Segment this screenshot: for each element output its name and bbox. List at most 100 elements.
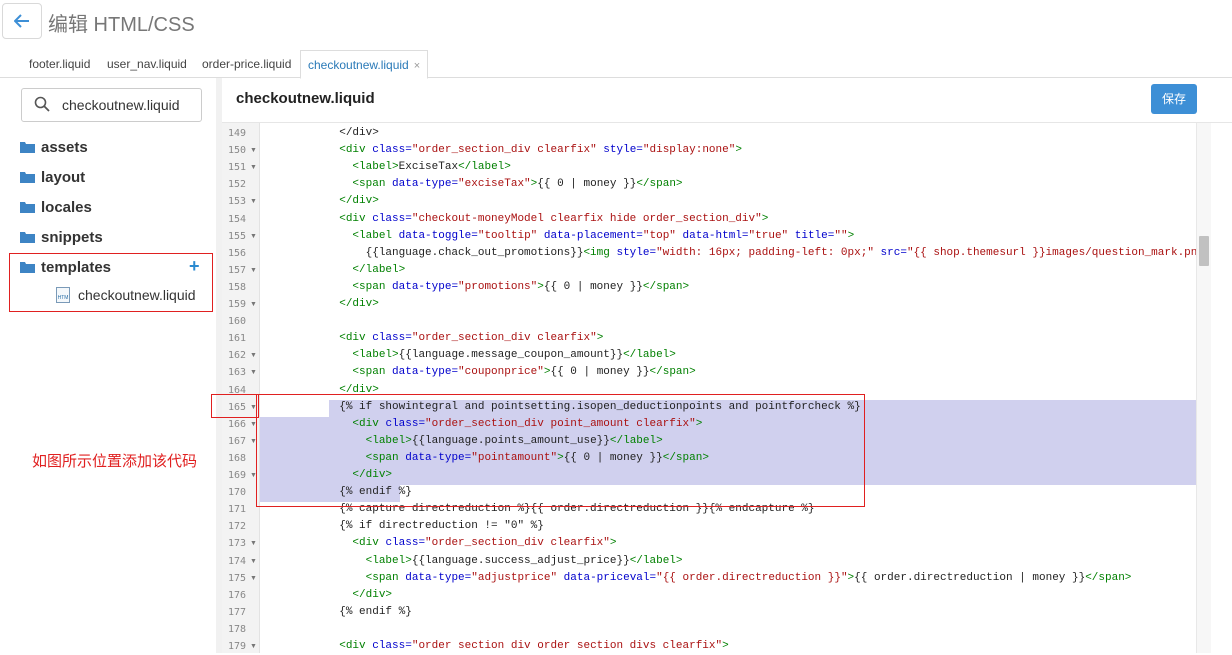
close-icon[interactable]: × [414, 60, 420, 72]
tab-checkoutnew[interactable]: checkoutnew.liquid × [300, 50, 429, 79]
code-line: </label> [260, 262, 405, 279]
fold-arrow-icon[interactable]: ▼ [250, 364, 257, 381]
code-line: <label>{{language.message_coupon_amount}… [260, 347, 676, 364]
code-line: </div> [260, 587, 392, 604]
scrollbar-thumb[interactable] [1199, 236, 1209, 266]
code-token: "{{ order.directreduction }}" [656, 571, 848, 584]
code-token: > [596, 332, 604, 345]
code-token: "order section div order section divs cl… [411, 640, 723, 652]
tab-footer[interactable]: footer.liquid [29, 50, 90, 77]
save-button[interactable]: 保存 [1151, 84, 1197, 114]
fold-arrow-icon[interactable]: ▼ [250, 296, 257, 313]
code-token: </div> [339, 298, 379, 310]
folder-snippets[interactable]: snippets [20, 226, 103, 248]
arrow-left-icon [14, 14, 29, 28]
code-token: </label> [623, 349, 676, 362]
code-token: "promotions" [458, 280, 538, 293]
fold-arrow-icon[interactable]: ▼ [250, 347, 257, 364]
code-token: "couponprice" [458, 366, 544, 379]
code-editor[interactable]: </div> <div class="order_section_div cle… [260, 123, 1196, 653]
code-token: "top" [642, 229, 676, 242]
line-number: 153 [227, 196, 246, 208]
code-token: </span> [642, 280, 690, 293]
folder-assets[interactable]: assets [20, 136, 88, 158]
fold-arrow-icon[interactable]: ▼ [250, 262, 257, 279]
code-token: data-type= [392, 280, 459, 293]
code-token: </div> [260, 127, 379, 139]
line-number: 149 [227, 128, 246, 139]
code-token: > [609, 537, 617, 550]
folder-icon [20, 202, 35, 213]
fold-arrow-icon[interactable]: ▼ [250, 193, 257, 210]
code-token: <div [339, 212, 373, 225]
folder-layout[interactable]: layout [20, 166, 85, 188]
search-input[interactable] [62, 95, 197, 115]
code-line: <div class="order_section_div clearfix" … [260, 142, 742, 159]
line-number: 157 [227, 264, 246, 276]
line-number: 175 [227, 572, 246, 584]
code-line: <label>{{language.success_adjust_price}}… [260, 553, 683, 570]
code-line: <div class="order section div order sect… [260, 638, 729, 653]
code-token: class= [372, 212, 412, 225]
code-line: </div> [260, 125, 379, 142]
line-number: 177 [227, 606, 246, 618]
code-token: style= [596, 144, 643, 157]
code-line: <span data-type="promotions">{{ 0 | mone… [260, 279, 689, 296]
line-number: 172 [227, 521, 246, 533]
fold-arrow-icon[interactable]: ▼ [250, 142, 257, 159]
fold-arrow-icon[interactable]: ▼ [250, 535, 257, 552]
folder-label: locales [41, 198, 92, 216]
fold-arrow-icon[interactable]: ▼ [250, 159, 257, 176]
line-number: 171 [227, 504, 246, 516]
code-token: class= [372, 144, 412, 157]
code-token: {{language.success_adjust_price}} [411, 554, 630, 567]
back-button[interactable] [2, 3, 42, 39]
line-number: 166 [227, 418, 246, 430]
code-token: {{ 0 | money }} [543, 280, 643, 293]
fold-arrow-icon[interactable]: ▼ [250, 638, 257, 655]
folder-locales[interactable]: locales [20, 196, 92, 218]
code-token: data-placement= [537, 229, 643, 242]
code-token: "tooltip" [477, 229, 538, 242]
line-number: 162 [227, 350, 246, 362]
search-box [21, 88, 202, 122]
fold-arrow-icon[interactable]: ▼ [250, 553, 257, 570]
tab-user-nav[interactable]: user_nav.liquid [107, 50, 187, 77]
line-number: 158 [227, 281, 246, 293]
code-token: "{{ shop.themesurl }}images/question_mar… [906, 246, 1196, 259]
fold-arrow-icon[interactable]: ▼ [250, 228, 257, 245]
code-token: > [537, 280, 544, 293]
code-token: {{ 0 | money }} [537, 178, 637, 191]
code-token: "order_section_div clearfix" [411, 144, 597, 157]
vertical-scrollbar[interactable] [1196, 123, 1211, 653]
file-sidebar: assets layout locales snippets templates… [0, 78, 217, 653]
code-token: > [722, 640, 729, 652]
line-number: 161 [227, 333, 246, 345]
fold-arrow-icon[interactable]: ▼ [250, 570, 257, 587]
tab-order-price[interactable]: order-price.liquid [202, 50, 291, 77]
code-token: {{language.message_coupon_amount}} [398, 349, 624, 362]
code-line: <div class="order_section_div clearfix"> [260, 330, 603, 347]
code-line: {% if directreduction != "0" %} [260, 518, 544, 535]
code-token: <span [365, 571, 406, 584]
editor-filename: checkoutnew.liquid [236, 90, 375, 107]
code-token: <div [339, 640, 373, 652]
line-number: 170 [227, 487, 246, 499]
line-number: 174 [227, 555, 246, 567]
code-token: </span> [649, 366, 696, 379]
code-token: src= [873, 246, 907, 259]
code-token: title= [788, 229, 835, 242]
code-token: <div [339, 332, 373, 345]
annotation-box-line-number [211, 394, 259, 418]
line-number: 150 [227, 145, 246, 157]
code-token: <label> [352, 161, 399, 174]
code-token: {{ 0 | money }} [550, 366, 650, 379]
code-token: </div> [339, 195, 379, 208]
code-line: <span data-type="adjustprice" data-price… [260, 570, 1132, 587]
code-token: data-toggle= [398, 229, 478, 242]
